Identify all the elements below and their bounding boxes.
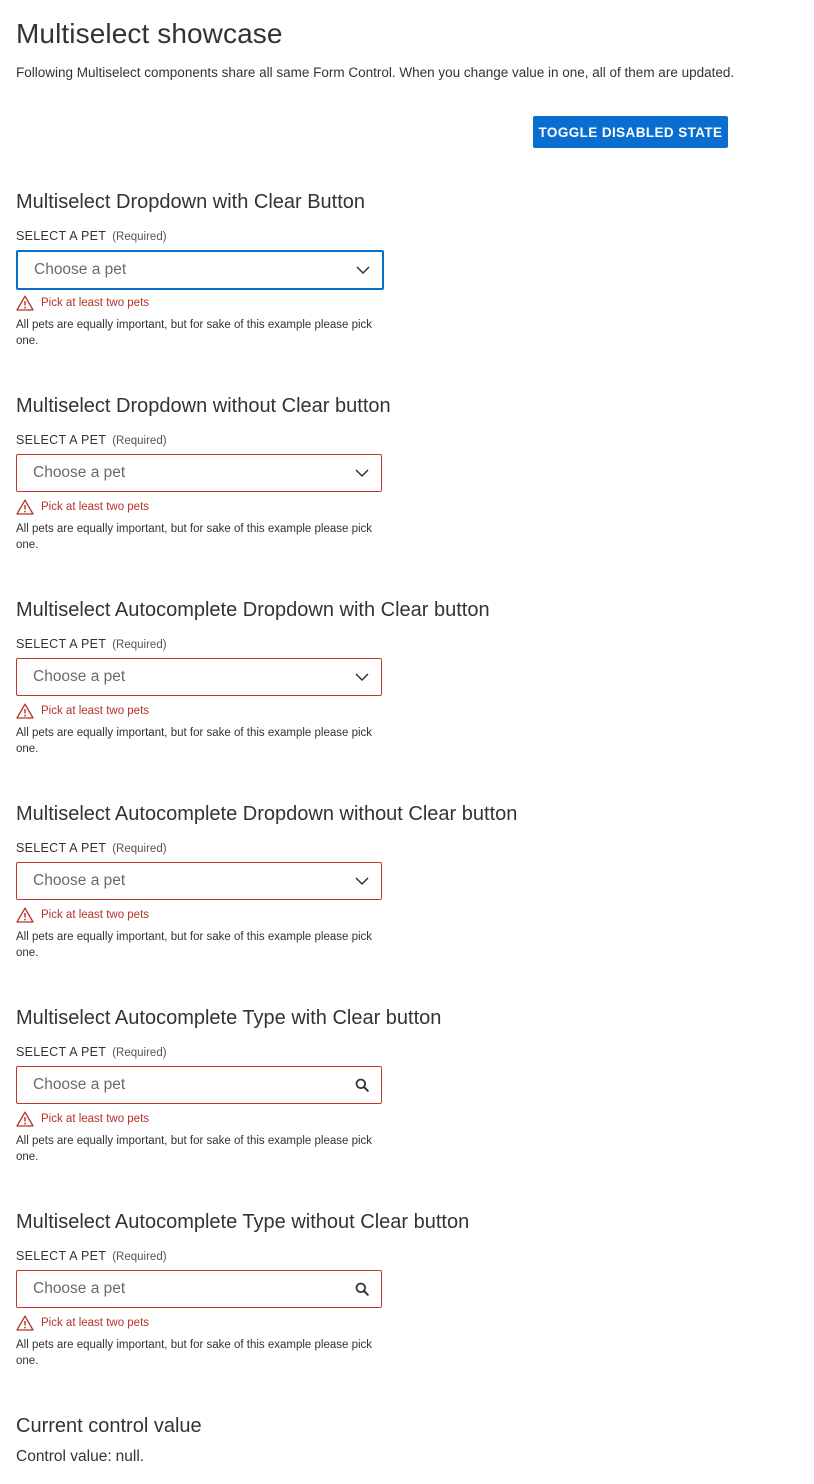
pet-multiselect[interactable]	[16, 1270, 382, 1308]
warning-icon	[16, 703, 34, 719]
help-text: All pets are equally important, but for …	[16, 727, 373, 755]
pet-input[interactable]	[34, 252, 334, 288]
chevron-down-icon[interactable]	[353, 668, 371, 686]
help-text: All pets are equally important, but for …	[16, 931, 373, 959]
error-message: Pick at least two pets	[16, 1111, 149, 1127]
search-icon[interactable]	[353, 1076, 371, 1094]
required-indicator: (Required)	[112, 231, 167, 243]
section-title: Multiselect Autocomplete Dropdown withou…	[16, 803, 518, 825]
current-value-label: Control value:	[16, 1448, 112, 1465]
field-label: SELECT A PET (Required)	[16, 840, 167, 857]
pet-multiselect[interactable]	[16, 1066, 382, 1104]
current-value-text: Control value: null.	[16, 1447, 144, 1467]
error-text: Pick at least two pets	[41, 705, 150, 717]
pet-input[interactable]	[33, 863, 333, 899]
field-label-text: SELECT A PET	[16, 1249, 107, 1263]
error-text: Pick at least two pets	[41, 501, 150, 513]
section-title: Multiselect Autocomplete Type with Clear…	[16, 1007, 442, 1029]
pet-input[interactable]	[33, 1067, 333, 1103]
pet-multiselect[interactable]	[16, 862, 382, 900]
field-label: SELECT A PET (Required)	[16, 636, 167, 653]
field-label-text: SELECT A PET	[16, 433, 107, 447]
current-value-title: Current control value	[16, 1415, 202, 1437]
error-message: Pick at least two pets	[16, 1315, 149, 1331]
pet-multiselect[interactable]	[16, 658, 382, 696]
section-title: Multiselect Dropdown with Clear Button	[16, 191, 366, 213]
toggle-disabled-state-button[interactable]: TOGGLE DISABLED STATE	[533, 116, 728, 148]
showcase-page: Multiselect showcase Following Multisele…	[0, 0, 814, 1484]
required-indicator: (Required)	[112, 843, 167, 855]
page-title: Multiselect showcase	[16, 18, 283, 49]
pet-input[interactable]	[33, 455, 333, 491]
error-message: Pick at least two pets	[16, 295, 149, 311]
warning-icon	[16, 499, 34, 515]
required-indicator: (Required)	[112, 639, 167, 651]
chevron-down-icon[interactable]	[354, 261, 372, 279]
section-title: Multiselect Autocomplete Dropdown with C…	[16, 599, 490, 621]
help-text: All pets are equally important, but for …	[16, 1339, 373, 1367]
error-message: Pick at least two pets	[16, 907, 149, 923]
pet-multiselect[interactable]	[16, 454, 382, 492]
warning-icon	[16, 295, 34, 311]
chevron-down-icon[interactable]	[353, 872, 371, 890]
page-description: Following Multiselect components share a…	[16, 65, 735, 80]
help-text: All pets are equally important, but for …	[16, 1135, 373, 1163]
pet-multiselect[interactable]	[16, 250, 384, 290]
help-text: All pets are equally important, but for …	[16, 523, 373, 551]
required-indicator: (Required)	[112, 1047, 167, 1059]
warning-icon	[16, 907, 34, 923]
error-text: Pick at least two pets	[41, 909, 150, 921]
required-indicator: (Required)	[112, 1251, 167, 1263]
required-indicator: (Required)	[112, 435, 167, 447]
help-text: All pets are equally important, but for …	[16, 319, 373, 347]
error-text: Pick at least two pets	[41, 297, 150, 309]
current-value: null.	[115, 1448, 145, 1465]
pet-input[interactable]	[33, 1271, 333, 1307]
error-message: Pick at least two pets	[16, 703, 149, 719]
error-text: Pick at least two pets	[41, 1113, 150, 1125]
field-label: SELECT A PET (Required)	[16, 432, 167, 449]
section-title: Multiselect Dropdown without Clear butto…	[16, 395, 391, 417]
field-label: SELECT A PET (Required)	[16, 228, 167, 245]
warning-icon	[16, 1111, 34, 1127]
field-label: SELECT A PET (Required)	[16, 1248, 167, 1265]
error-text: Pick at least two pets	[41, 1317, 150, 1329]
field-label-text: SELECT A PET	[16, 841, 107, 855]
error-message: Pick at least two pets	[16, 499, 149, 515]
field-label-text: SELECT A PET	[16, 229, 107, 243]
field-label-text: SELECT A PET	[16, 1045, 107, 1059]
chevron-down-icon[interactable]	[353, 464, 371, 482]
field-label: SELECT A PET (Required)	[16, 1044, 167, 1061]
search-icon[interactable]	[353, 1280, 371, 1298]
warning-icon	[16, 1315, 34, 1331]
field-label-text: SELECT A PET	[16, 637, 107, 651]
section-title: Multiselect Autocomplete Type without Cl…	[16, 1211, 470, 1233]
pet-input[interactable]	[33, 659, 333, 695]
